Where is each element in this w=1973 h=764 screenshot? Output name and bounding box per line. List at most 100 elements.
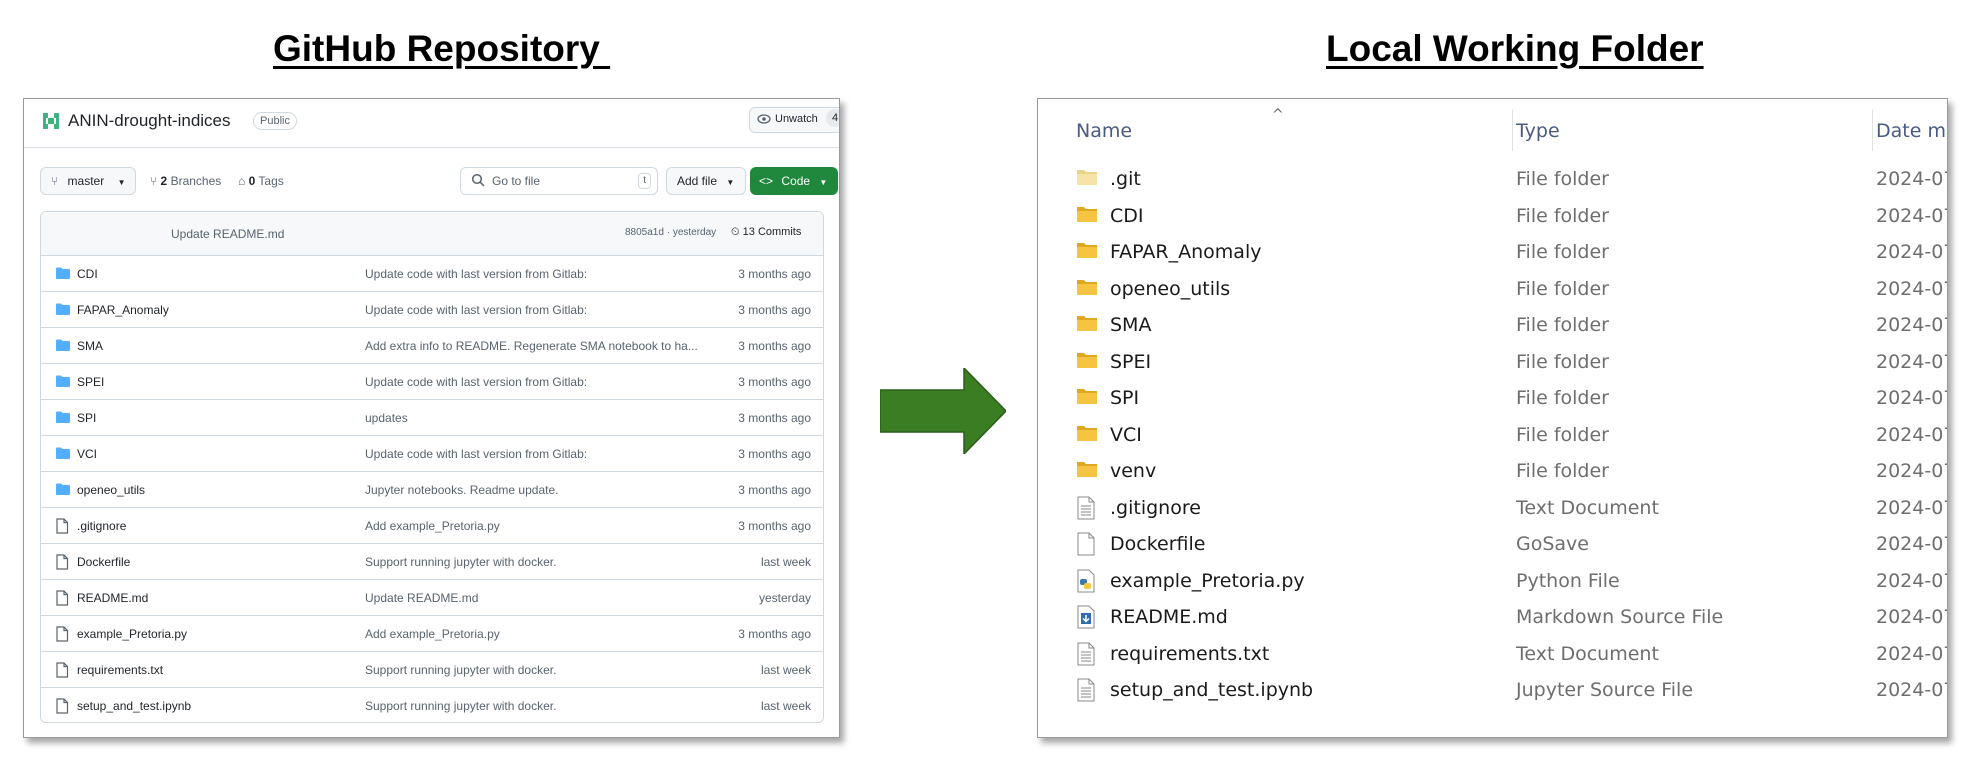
table-row[interactable]: FAPAR_Anomaly Update code with last versi…: [41, 292, 823, 328]
file-name[interactable]: CDI: [77, 267, 98, 281]
list-item[interactable]: .gitignore Text Document 2024-07: [1038, 490, 1947, 527]
commit-time: last week: [760, 663, 811, 677]
table-row[interactable]: example_Pretoria.py Add example_Pretoria.…: [41, 616, 823, 652]
add-file-button[interactable]: Add file ▼: [666, 167, 746, 195]
list-item[interactable]: openeo_utils File folder 2024-07: [1038, 271, 1947, 308]
list-item[interactable]: VCI File folder 2024-07: [1038, 417, 1947, 454]
column-header-date[interactable]: Date m: [1876, 120, 1946, 142]
table-row[interactable]: .gitignore Add example_Pretoria.py 3 month…: [41, 508, 823, 544]
repo-name[interactable]: ANIN-drought-indices: [68, 111, 231, 131]
column-header-name[interactable]: Name: [1076, 120, 1132, 142]
folder-icon: [1076, 313, 1098, 338]
item-name[interactable]: Dockerfile: [1110, 533, 1205, 555]
folder-icon: [1076, 277, 1098, 302]
list-item[interactable]: requirements.txt Text Document 2024-07: [1038, 636, 1947, 673]
commit-message[interactable]: Add example_Pretoria.py: [365, 519, 700, 533]
table-row[interactable]: setup_and_test.ipynb Support running jupy…: [41, 688, 823, 722]
commit-message[interactable]: Add extra info to README. Regenerate SMA…: [365, 339, 700, 353]
list-item[interactable]: SMA File folder 2024-07: [1038, 307, 1947, 344]
table-row[interactable]: SPI updates 3 months ago: [41, 400, 823, 436]
file-name[interactable]: openeo_utils: [77, 483, 145, 497]
list-item[interactable]: README.md Markdown Source File 2024-07: [1038, 599, 1947, 636]
item-name[interactable]: README.md: [1110, 606, 1228, 628]
table-row[interactable]: SPEI Update code with last version from G…: [41, 364, 823, 400]
commit-message[interactable]: Support running jupyter with docker.: [365, 663, 700, 677]
file-name[interactable]: requirements.txt: [77, 663, 163, 677]
column-separator[interactable]: [1872, 109, 1873, 151]
list-item[interactable]: Dockerfile GoSave 2024-07: [1038, 526, 1947, 563]
column-header-type[interactable]: Type: [1516, 120, 1560, 142]
python-file-icon: [1076, 569, 1096, 598]
branch-icon: ⑂: [51, 174, 59, 188]
item-name[interactable]: example_Pretoria.py: [1110, 570, 1305, 592]
table-row[interactable]: SMA Add extra info to README. Regenerate …: [41, 328, 823, 364]
file-name[interactable]: setup_and_test.ipynb: [77, 699, 191, 713]
item-name[interactable]: requirements.txt: [1110, 643, 1269, 665]
file-name[interactable]: Dockerfile: [77, 555, 130, 569]
commit-message[interactable]: Update code with last version from Gitla…: [365, 447, 700, 461]
list-item[interactable]: SPEI File folder 2024-07: [1038, 344, 1947, 381]
list-item[interactable]: setup_and_test.ipynb Jupyter Source File 2…: [1038, 672, 1947, 709]
item-name[interactable]: VCI: [1110, 424, 1142, 446]
item-type: File folder: [1516, 241, 1609, 263]
file-name[interactable]: SPEI: [77, 375, 104, 389]
commit-message[interactable]: Support running jupyter with docker.: [365, 555, 700, 569]
file-name[interactable]: FAPAR_Anomaly: [77, 303, 169, 317]
item-name[interactable]: venv: [1110, 460, 1156, 482]
commit-message[interactable]: Jupyter notebooks. Readme update.: [365, 483, 700, 497]
list-item[interactable]: venv File folder 2024-07: [1038, 453, 1947, 490]
file-name[interactable]: example_Pretoria.py: [77, 627, 187, 641]
item-name[interactable]: .git: [1110, 168, 1141, 190]
item-name[interactable]: .gitignore: [1110, 497, 1201, 519]
list-item[interactable]: SPI File folder 2024-07: [1038, 380, 1947, 417]
table-row[interactable]: Dockerfile Support running jupyter with d…: [41, 544, 823, 580]
local-working-folder-heading: Local Working Folder: [1326, 28, 1704, 69]
tags-link[interactable]: ⌂ 0 Tags: [238, 167, 284, 195]
file-name[interactable]: SMA: [77, 339, 103, 353]
file-name[interactable]: VCI: [77, 447, 97, 461]
file-name[interactable]: README.md: [77, 591, 148, 605]
search-shortcut: t: [638, 173, 651, 189]
table-row[interactable]: VCI Update code with last version from Gi…: [41, 436, 823, 472]
commit-message[interactable]: Update code with last version from Gitla…: [365, 267, 700, 281]
file-name[interactable]: .gitignore: [77, 519, 126, 533]
commit-message[interactable]: Support running jupyter with docker.: [365, 699, 700, 713]
go-to-file-input[interactable]: Go to file t: [460, 167, 658, 195]
file-icon: [56, 662, 69, 678]
commit-message[interactable]: updates: [365, 411, 700, 425]
latest-commit-sha[interactable]: 8805a1d · yesterday: [625, 227, 716, 238]
list-item[interactable]: .git File folder 2024-07: [1038, 161, 1947, 198]
code-button[interactable]: <> Code ▼: [750, 167, 838, 195]
table-row[interactable]: README.md Update README.md yesterday: [41, 580, 823, 616]
item-name[interactable]: CDI: [1110, 205, 1144, 227]
commit-message[interactable]: Update README.md: [365, 591, 700, 605]
item-name[interactable]: SPI: [1110, 387, 1139, 409]
tags-label: Tags: [258, 174, 284, 188]
latest-commit-message[interactable]: Update README.md: [171, 227, 284, 241]
list-item[interactable]: FAPAR_Anomaly File folder 2024-07: [1038, 234, 1947, 271]
commit-message[interactable]: Update code with last version from Gitla…: [365, 303, 700, 317]
item-name[interactable]: SPEI: [1110, 351, 1151, 373]
table-row[interactable]: requirements.txt Support running jupyter …: [41, 652, 823, 688]
branch-select[interactable]: ⑂ master ▼: [40, 167, 136, 195]
table-row[interactable]: openeo_utils Jupyter notebooks. Readme up…: [41, 472, 823, 508]
item-name[interactable]: SMA: [1110, 314, 1151, 336]
list-item[interactable]: CDI File folder 2024-07: [1038, 198, 1947, 235]
commit-message[interactable]: Update code with last version from Gitla…: [365, 375, 700, 389]
file-name[interactable]: SPI: [77, 411, 96, 425]
unwatch-button[interactable]: Unwatch 4: [749, 107, 839, 133]
item-date: 2024-07: [1876, 642, 1948, 665]
branches-link[interactable]: ⑂ 2 Branches: [150, 167, 221, 195]
commit-time: 3 months ago: [738, 447, 811, 461]
commits-link[interactable]: ⏲ 13 Commits: [731, 226, 801, 239]
item-name[interactable]: setup_and_test.ipynb: [1110, 679, 1313, 701]
list-item[interactable]: example_Pretoria.py Python File 2024-07: [1038, 563, 1947, 600]
commit-message[interactable]: Add example_Pretoria.py: [365, 627, 700, 641]
item-name[interactable]: FAPAR_Anomaly: [1110, 241, 1261, 263]
table-row[interactable]: CDI Update code with last version from Gi…: [41, 256, 823, 292]
latest-commit-bar: Update README.md 8805a1d · yesterday ⏲ 1…: [41, 212, 823, 256]
item-name[interactable]: openeo_utils: [1110, 278, 1230, 300]
commit-time: yesterday: [758, 591, 811, 605]
history-icon: ⏲: [731, 226, 740, 238]
column-separator[interactable]: [1512, 109, 1513, 151]
